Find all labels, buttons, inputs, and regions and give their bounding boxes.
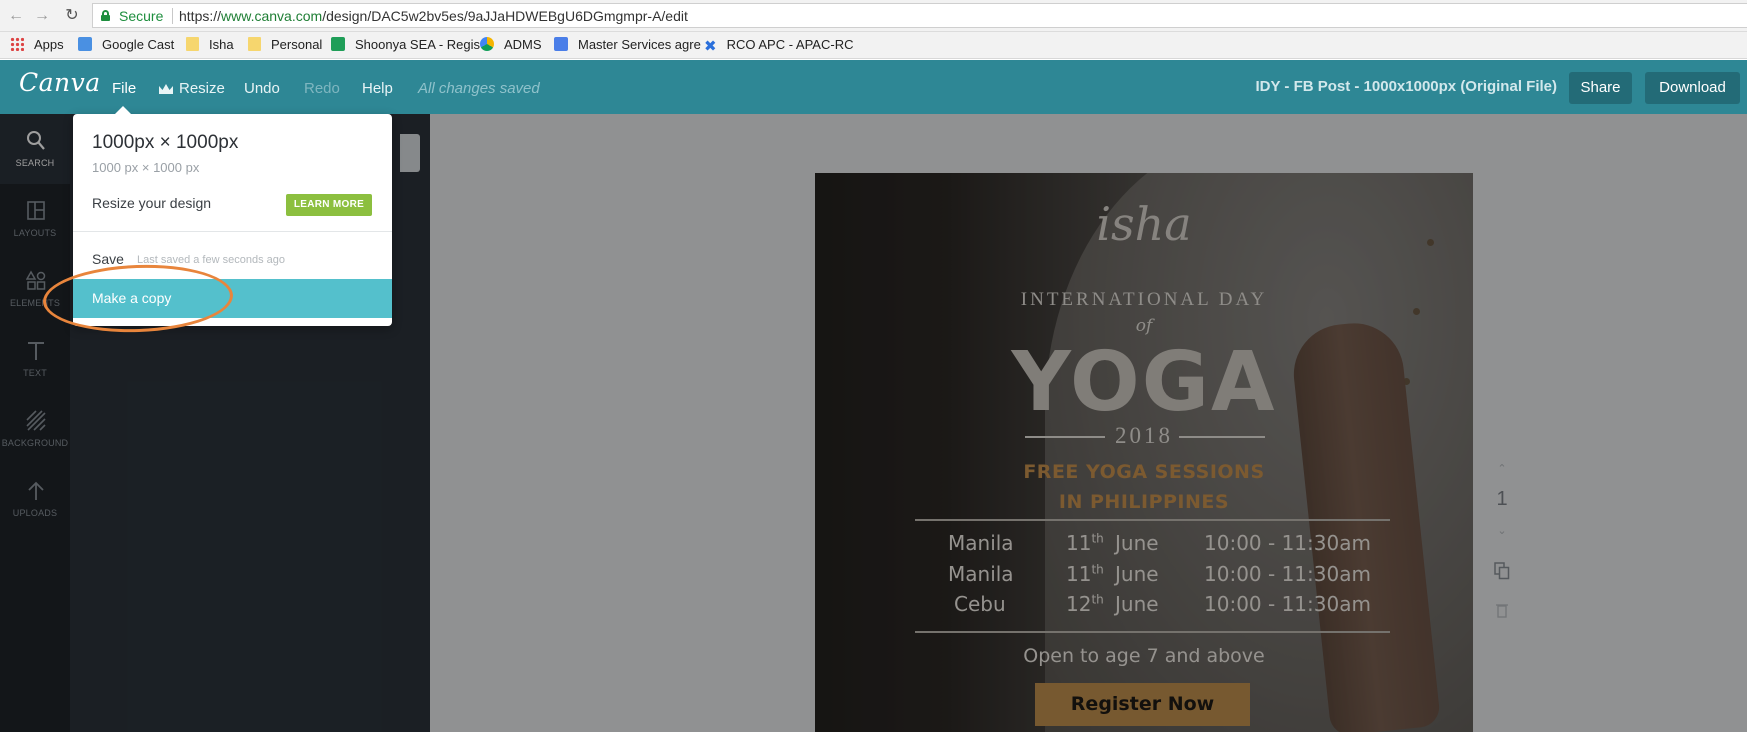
- back-arrow-icon[interactable]: ←: [6, 6, 26, 26]
- design-size-title: 1000px × 1000px: [92, 132, 239, 153]
- folder-icon: [248, 37, 261, 51]
- crown-icon: [159, 84, 173, 94]
- download-button[interactable]: Download: [1645, 72, 1740, 104]
- share-button[interactable]: Share: [1569, 72, 1632, 104]
- drive-icon: [480, 37, 494, 51]
- docs-icon: [554, 37, 568, 51]
- bookmark-apps[interactable]: Apps: [10, 36, 64, 54]
- bookmarks-bar: Apps Google Cast Isha Personal Shoonya S…: [0, 32, 1747, 59]
- help-menu[interactable]: Help: [362, 80, 393, 97]
- resize-menu[interactable]: Resize: [159, 80, 225, 97]
- redo-button[interactable]: Redo: [304, 80, 340, 97]
- apps-grid-icon: [10, 37, 24, 51]
- undo-button[interactable]: Undo: [244, 80, 280, 97]
- learn-more-button[interactable]: LEARN MORE: [286, 194, 372, 216]
- reload-icon[interactable]: ↻: [62, 6, 82, 26]
- canva-logo[interactable]: Canva: [19, 68, 101, 97]
- bookmark-shoonya[interactable]: Shoonya SEA - Regis: [331, 36, 480, 54]
- url-separator: [172, 8, 173, 24]
- bookmark-personal[interactable]: Personal: [248, 36, 322, 54]
- design-size-subtitle: 1000 px × 1000 px: [92, 160, 200, 175]
- bookmark-adms[interactable]: ADMS: [480, 36, 542, 54]
- save-menu-item[interactable]: Save: [92, 251, 124, 267]
- bookmark-master-services[interactable]: Master Services agre: [554, 36, 701, 54]
- url-text: https://www.canva.com/design/DAC5w2bv5es…: [179, 8, 688, 24]
- browser-address-bar: ← → ↻ Secure https://www.canva.com/desig…: [0, 0, 1747, 32]
- bookmark-rco-apc[interactable]: ✖ RCO APC - APAC-RC: [704, 36, 853, 55]
- menu-divider: [73, 231, 392, 232]
- document-title[interactable]: IDY - FB Post - 1000x1000px (Original Fi…: [1256, 78, 1558, 95]
- lock-icon: [101, 10, 110, 21]
- file-menu[interactable]: File: [112, 80, 136, 97]
- forward-arrow-icon[interactable]: →: [32, 6, 52, 26]
- save-status: All changes saved: [418, 80, 540, 97]
- x-icon: ✖: [704, 38, 717, 55]
- dropdown-caret: [114, 106, 132, 115]
- cast-icon: [78, 37, 92, 51]
- sheets-icon: [331, 37, 345, 51]
- bookmark-isha[interactable]: Isha: [186, 36, 234, 54]
- folder-icon: [186, 37, 199, 51]
- url-field[interactable]: Secure https://www.canva.com/design/DAC5…: [92, 3, 1747, 28]
- app-toolbar: Canva File Resize Undo Redo Help All cha…: [0, 60, 1747, 114]
- bookmark-google-cast[interactable]: Google Cast: [78, 36, 174, 54]
- resize-design-label: Resize your design: [92, 195, 212, 211]
- secure-label: Secure: [119, 8, 164, 24]
